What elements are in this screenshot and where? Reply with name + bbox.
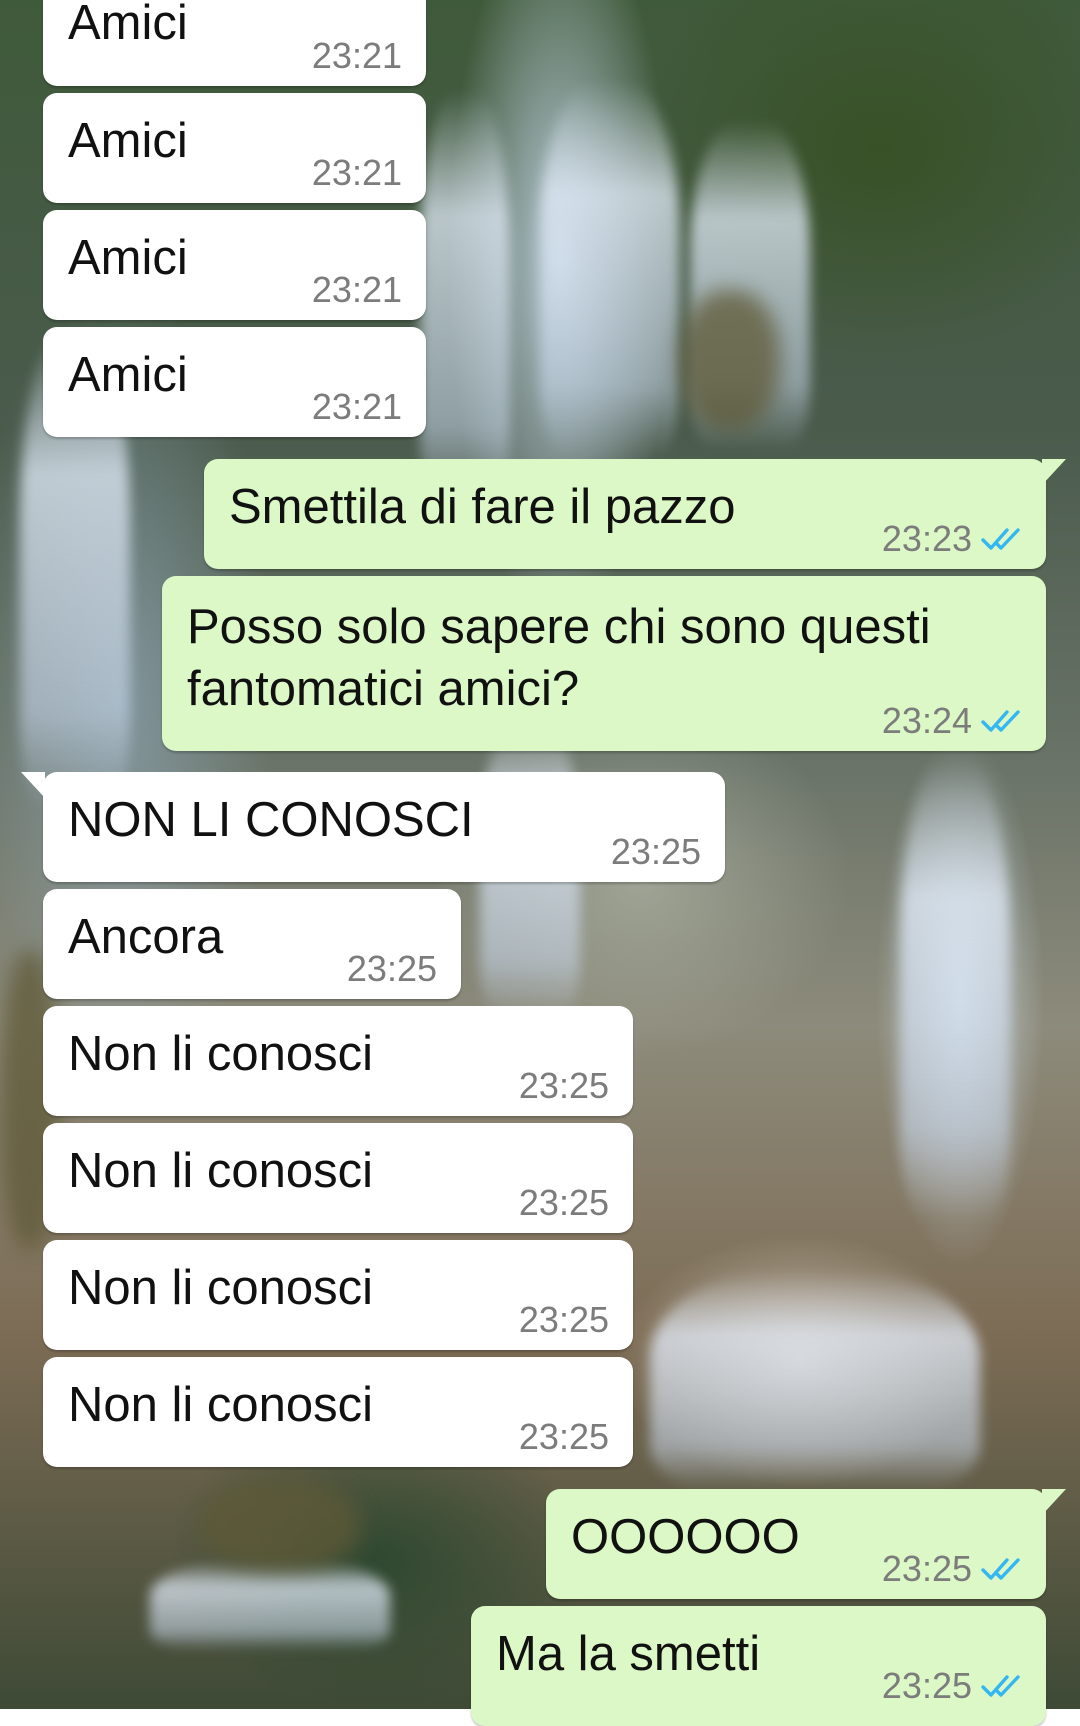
message-meta: 23:25 (882, 1666, 1022, 1706)
outgoing-message[interactable]: Smettila di fare il pazzo 23:23 (204, 459, 1066, 569)
message-text: Ma la smetti (496, 1627, 761, 1681)
incoming-message[interactable]: Non li conosci 23:25 (43, 1357, 633, 1467)
double-check-icon (981, 1558, 1020, 1580)
message-meta: 23:24 (882, 701, 1022, 741)
message-text: Amici (68, 114, 188, 168)
incoming-message[interactable]: Amici 23:21 (43, 0, 426, 86)
message-text: Non li conosci (68, 1027, 374, 1081)
message-meta: 23:21 (312, 36, 402, 76)
message-meta: 23:25 (519, 1417, 609, 1457)
incoming-message[interactable]: Amici 23:21 (43, 327, 426, 437)
message-meta: 23:23 (882, 519, 1022, 559)
message-text: OOOOOO (571, 1510, 800, 1564)
message-meta: 23:21 (312, 387, 402, 427)
message-time: 23:21 (311, 386, 402, 427)
message-time: 23:24 (881, 700, 972, 741)
incoming-message[interactable]: Non li conosci 23:25 (43, 1240, 633, 1350)
incoming-message[interactable]: Amici 23:21 (43, 93, 426, 203)
message-time: 23:25 (518, 1416, 609, 1457)
outgoing-message[interactable]: Ma la smetti 23:25 (471, 1606, 1046, 1726)
message-time: 23:25 (610, 831, 701, 872)
outgoing-message[interactable]: Posso solo sapere chi sono questi fantom… (162, 576, 1046, 751)
message-meta: 23:25 (611, 832, 701, 872)
message-text: Ancora (68, 910, 224, 964)
message-text: Amici (68, 348, 188, 402)
message-time: 23:25 (881, 1665, 972, 1706)
message-text: Non li conosci (68, 1261, 374, 1315)
message-text: Non li conosci (68, 1378, 374, 1432)
message-meta: 23:21 (312, 270, 402, 310)
incoming-message[interactable]: Ancora 23:25 (43, 889, 461, 999)
message-text: Smettila di fare il pazzo (229, 480, 736, 534)
double-check-icon (981, 528, 1020, 550)
message-text: Amici (68, 0, 188, 50)
message-text: NON LI CONOSCI (68, 793, 474, 847)
incoming-message[interactable]: Amici 23:21 (43, 210, 426, 320)
incoming-message[interactable]: Non li conosci 23:25 (43, 1123, 633, 1233)
message-time: 23:25 (518, 1182, 609, 1223)
message-text: Amici (68, 231, 188, 285)
message-meta: 23:25 (347, 949, 437, 989)
message-time: 23:21 (311, 269, 402, 310)
message-time: 23:25 (518, 1065, 609, 1106)
incoming-message[interactable]: Non li conosci 23:25 (43, 1006, 633, 1116)
double-check-icon (981, 1675, 1020, 1697)
outgoing-message[interactable]: OOOOOO 23:25 (546, 1489, 1066, 1599)
message-time: 23:25 (518, 1299, 609, 1340)
message-meta: 23:25 (519, 1300, 609, 1340)
message-text: Non li conosci (68, 1144, 374, 1198)
message-time: 23:25 (881, 1548, 972, 1589)
message-meta: 23:25 (519, 1183, 609, 1223)
message-time: 23:23 (881, 518, 972, 559)
message-meta: 23:25 (882, 1549, 1022, 1589)
message-time: 23:21 (311, 152, 402, 193)
message-meta: 23:25 (519, 1066, 609, 1106)
message-time: 23:25 (346, 948, 437, 989)
incoming-message[interactable]: NON LI CONOSCI 23:25 (21, 772, 725, 882)
double-check-icon (981, 710, 1020, 732)
message-time: 23:21 (311, 35, 402, 76)
message-meta: 23:21 (312, 153, 402, 193)
